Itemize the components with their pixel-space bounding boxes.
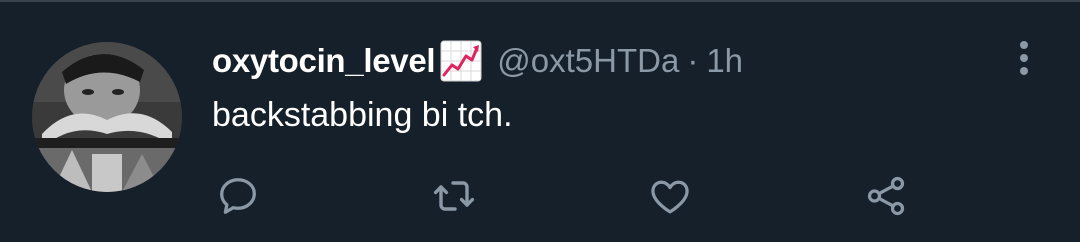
share-icon	[867, 176, 905, 216]
avatar[interactable]	[32, 42, 182, 192]
retweet-icon	[433, 181, 475, 211]
tweet-header: oxytocin_level @oxt5HTDa · 1h	[212, 36, 743, 86]
user-handle[interactable]: @oxt5HTDa	[497, 42, 679, 80]
like-button[interactable]	[644, 170, 696, 222]
display-name[interactable]: oxytocin_level	[212, 42, 436, 80]
share-button[interactable]	[860, 170, 912, 222]
header-separator: ·	[687, 42, 699, 79]
top-divider	[0, 0, 1080, 2]
tweet-text: backstabbing bi tch.	[212, 96, 513, 134]
avatar-photo	[32, 42, 182, 192]
more-options-icon[interactable]	[1008, 38, 1040, 78]
timestamp[interactable]: 1h	[706, 42, 743, 80]
heart-icon	[651, 180, 689, 214]
reply-button[interactable]	[212, 170, 264, 222]
chart-increasing-icon	[439, 39, 483, 83]
comment-icon	[220, 178, 256, 214]
retweet-button[interactable]	[428, 170, 480, 222]
